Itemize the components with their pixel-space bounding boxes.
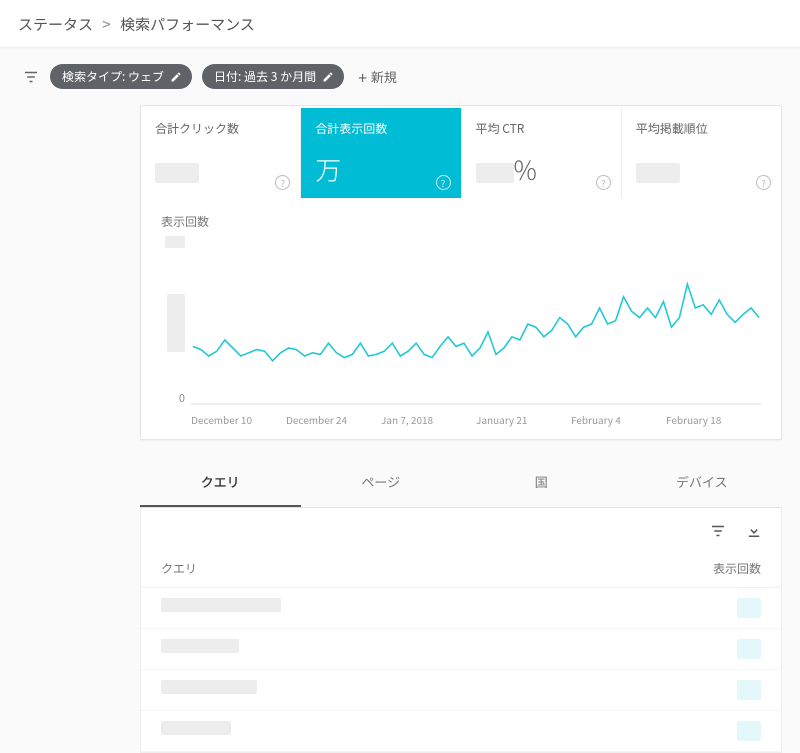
redacted-value: .: [636, 163, 680, 183]
add-filter-label: 新規: [371, 67, 397, 86]
metric-unit: %: [514, 151, 537, 188]
table-head-impressions: 表示回数: [713, 560, 761, 577]
metric-row: 合計クリック数 . ? 合計表示回数 万 ? 平均 CTR .% ? 平均掲載順…: [141, 108, 781, 199]
download-icon[interactable]: [745, 522, 763, 540]
table-panel: クエリ 表示回数 ........: [140, 508, 782, 753]
chart-x-tick: December 24: [286, 412, 381, 427]
table-toolbar: [141, 508, 781, 550]
help-icon[interactable]: ?: [275, 175, 290, 190]
table-tabs: クエリ ページ 国 デバイス: [140, 458, 782, 508]
chip-search-type-label: 検索タイプ: ウェブ: [62, 68, 164, 85]
redacted-value: .: [155, 163, 199, 183]
breadcrumb-current: 検索パフォーマンス: [120, 14, 255, 35]
tab-device[interactable]: デバイス: [622, 458, 783, 507]
metric-unit: 万: [315, 151, 341, 188]
table-head-query: クエリ: [161, 560, 197, 577]
redacted-impressions: .: [737, 721, 761, 741]
pencil-icon: [322, 71, 334, 83]
table-row[interactable]: ..: [141, 711, 781, 752]
pencil-icon: [170, 71, 182, 83]
filter-icon[interactable]: [709, 522, 727, 540]
filter-row: 検索タイプ: ウェブ 日付: 過去 3 か月間 + 新規: [0, 48, 800, 105]
plus-icon: +: [358, 69, 367, 85]
metric-label: 合計表示回数: [315, 120, 446, 137]
redacted-value: .: [476, 163, 514, 183]
chart-x-tick: Jan 7, 2018: [381, 412, 476, 427]
chart-y-zero: 0: [179, 390, 185, 406]
metric-total-impressions[interactable]: 合計表示回数 万 ?: [301, 108, 461, 198]
chart-x-axis: December 10December 24Jan 7, 2018January…: [191, 406, 761, 429]
chart-x-tick: February 18: [666, 412, 761, 427]
help-icon[interactable]: ?: [756, 175, 771, 190]
metric-total-clicks[interactable]: 合計クリック数 . ?: [141, 108, 301, 198]
filter-icon[interactable]: [22, 68, 40, 86]
chip-date-range-label: 日付: 過去 3 か月間: [214, 68, 316, 85]
metric-label: 平均 CTR: [476, 120, 607, 137]
table-row[interactable]: ..: [141, 588, 781, 629]
redacted-query: .: [161, 721, 231, 735]
metric-average-position[interactable]: 平均掲載順位 . ?: [622, 108, 781, 198]
redacted-y-tick: .: [165, 236, 185, 248]
metric-label: 平均掲載順位: [636, 120, 767, 137]
chip-search-type[interactable]: 検索タイプ: ウェブ: [50, 64, 192, 89]
redacted-impressions: .: [737, 680, 761, 700]
add-filter-button[interactable]: + 新規: [358, 67, 397, 86]
table-row[interactable]: ..: [141, 629, 781, 670]
breadcrumb-separator: >: [102, 14, 110, 35]
redacted-query: .: [161, 598, 281, 612]
redacted-y-tick: .: [167, 294, 185, 352]
chart-x-tick: December 10: [191, 412, 286, 427]
metrics-panel: 合計クリック数 . ? 合計表示回数 万 ? 平均 CTR .% ? 平均掲載順…: [140, 105, 782, 440]
chart-y-axis: . . 0: [161, 236, 191, 406]
redacted-impressions: .: [737, 598, 761, 618]
redacted-query: .: [161, 639, 239, 653]
tab-query[interactable]: クエリ: [140, 458, 301, 507]
metric-average-ctr[interactable]: 平均 CTR .% ?: [462, 108, 622, 198]
tab-page[interactable]: ページ: [301, 458, 462, 507]
breadcrumb: ステータス > 検索パフォーマンス: [0, 0, 800, 48]
table-head: クエリ 表示回数: [141, 550, 781, 588]
help-icon[interactable]: ?: [596, 175, 611, 190]
metric-label: 合計クリック数: [155, 120, 286, 137]
chip-date-range[interactable]: 日付: 過去 3 か月間: [202, 64, 344, 89]
tab-country[interactable]: 国: [461, 458, 622, 507]
help-icon[interactable]: ?: [436, 175, 451, 190]
breadcrumb-parent[interactable]: ステータス: [18, 14, 93, 35]
chart-y-label: 表示回数: [161, 213, 761, 230]
table-row[interactable]: ..: [141, 670, 781, 711]
chart-x-tick: February 4: [571, 412, 666, 427]
chart-line: [193, 284, 759, 361]
chart-svg: [191, 236, 761, 406]
redacted-impressions: .: [737, 639, 761, 659]
chart-area: 表示回数 . . 0 December 10December 24Jan 7, …: [141, 199, 781, 429]
chart-x-tick: January 21: [476, 412, 571, 427]
redacted-query: .: [161, 680, 257, 694]
